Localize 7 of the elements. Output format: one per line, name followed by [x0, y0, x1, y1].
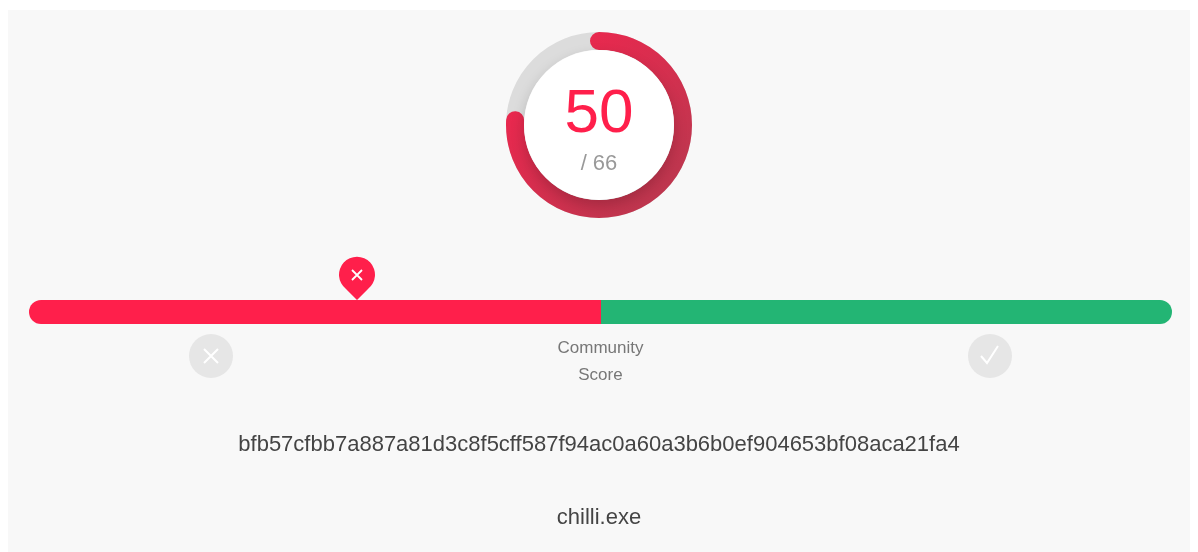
- community-score-label: Community Score: [556, 337, 645, 386]
- file-name: chilli.exe: [556, 503, 642, 531]
- close-icon[interactable]: [189, 334, 233, 378]
- checkmark-icon[interactable]: [968, 334, 1012, 378]
- engine-total: / 66: [580, 150, 618, 176]
- detection-score: 50: [564, 80, 634, 142]
- file-hash: bfb57cfbb7a887a81d3c8f5cff587f94ac0a60a3b6b0ef904653bf08aca21fa4: [238, 430, 960, 458]
